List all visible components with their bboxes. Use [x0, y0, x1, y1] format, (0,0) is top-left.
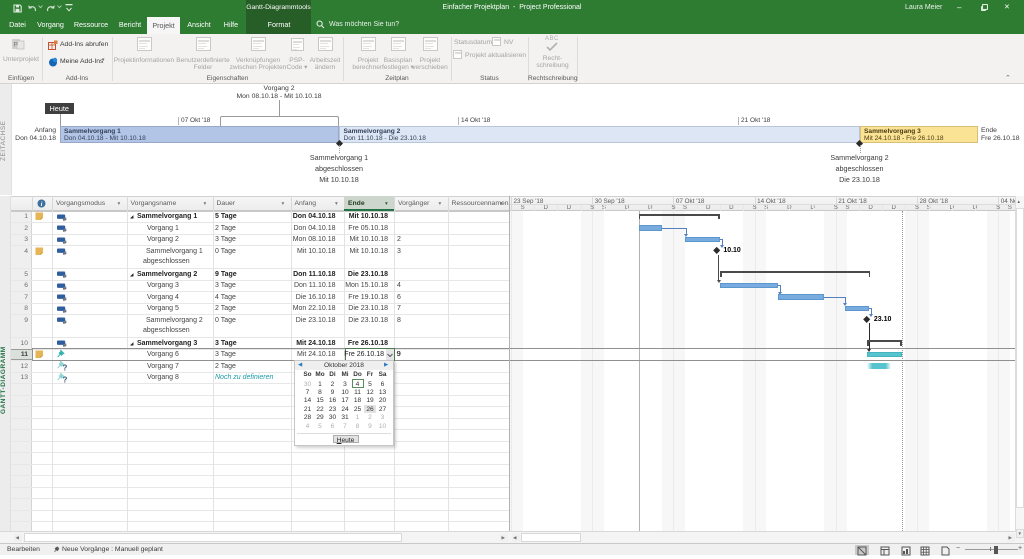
svg-text:P: P — [14, 41, 19, 48]
svg-text:?: ? — [63, 364, 68, 372]
svg-text:i: i — [41, 201, 43, 208]
svg-text:?: ? — [63, 375, 68, 383]
